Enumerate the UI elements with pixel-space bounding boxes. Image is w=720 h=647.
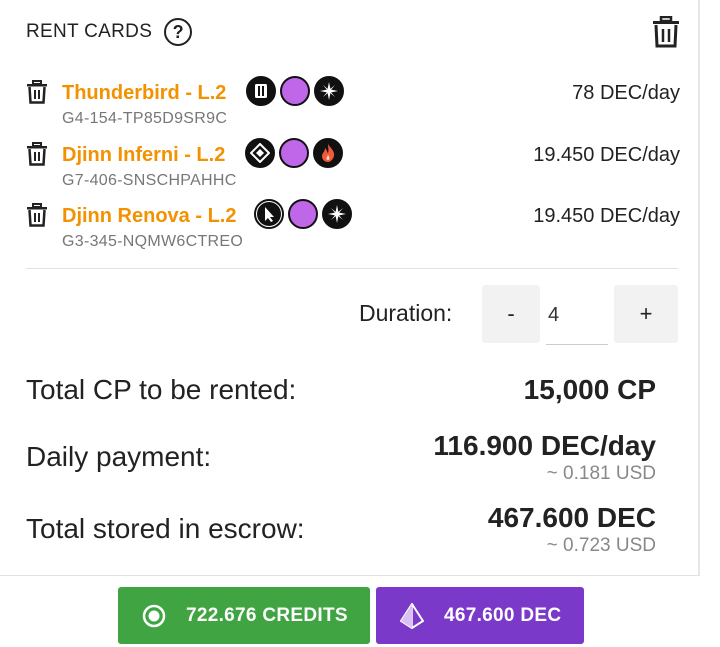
- card-badges: [246, 76, 344, 106]
- right-edge: [702, 0, 720, 647]
- magic-icon: [288, 199, 318, 229]
- duration-input[interactable]: [546, 287, 608, 345]
- duration-decrement-button[interactable]: -: [482, 285, 540, 343]
- payment-footer: 722.676 CREDITS 467.600 DEC: [0, 575, 700, 647]
- card-row: Thunderbird - L.2 G4-154-TP85D9SR9C 78 D…: [26, 72, 680, 128]
- rent-cards-panel: RENT CARDS ? Thunderbird - L.2 G4-154-TP…: [0, 0, 700, 647]
- duration-label: Duration:: [359, 300, 453, 326]
- escrow-usd: ~ 0.723 USD: [546, 535, 656, 556]
- card-badges: [254, 199, 352, 229]
- card-name[interactable]: Djinn Renova - L.2: [62, 205, 236, 228]
- rent-cards-header: RENT CARDS ?: [26, 16, 680, 48]
- total-cp-label: Total CP to be rented:: [26, 374, 297, 405]
- pay-with-credits-button[interactable]: 722.676 CREDITS: [118, 587, 370, 644]
- dec-crystal-icon: [400, 602, 424, 629]
- card-id: G3-345-NQMW6CTREO: [62, 233, 244, 250]
- credits-button-label: 722.676 CREDITS: [186, 604, 348, 626]
- magic-icon: [280, 76, 310, 106]
- star-icon: [314, 76, 344, 106]
- pay-with-dec-button[interactable]: 467.600 DEC: [376, 587, 584, 644]
- card-row: Djinn Inferni - L.2 G7-406-SNSCHPAHHC 19…: [26, 134, 680, 190]
- escrow-value: 467.600 DEC: [487, 502, 656, 533]
- divider: [26, 268, 678, 269]
- star-icon: [322, 199, 352, 229]
- escrow-label: Total stored in escrow:: [26, 513, 305, 544]
- card-name[interactable]: Djinn Inferni - L.2: [62, 144, 225, 167]
- ability-icon: [246, 76, 276, 106]
- card-name[interactable]: Thunderbird - L.2: [62, 82, 226, 105]
- question-circle-icon[interactable]: ?: [164, 18, 193, 46]
- cursor-ability-icon: [254, 199, 284, 229]
- credits-coin-icon: [142, 604, 166, 628]
- card-row: Djinn Renova - L.2 G3-345-NQMW6CTREO 19.…: [26, 195, 680, 251]
- daily-payment-label: Daily payment:: [26, 441, 212, 472]
- dec-button-label: 467.600 DEC: [444, 604, 562, 626]
- remove-card-trash-icon[interactable]: [26, 142, 48, 166]
- card-id: G4-154-TP85D9SR9C: [62, 110, 228, 127]
- panel-title: RENT CARDS: [26, 21, 153, 42]
- daily-payment-value: 116.900 DEC/day: [433, 430, 656, 461]
- card-id: G7-406-SNSCHPAHHC: [62, 172, 237, 189]
- duration-increment-button[interactable]: +: [614, 285, 678, 343]
- card-price: 19.450 DEC/day: [533, 144, 680, 166]
- diamond-ability-icon: [245, 138, 275, 168]
- card-price: 19.450 DEC/day: [533, 205, 680, 227]
- total-cp-value: 15,000 CP: [523, 374, 656, 405]
- card-price: 78 DEC/day: [572, 82, 680, 104]
- fire-icon: [313, 138, 343, 168]
- magic-icon: [279, 138, 309, 168]
- remove-card-trash-icon[interactable]: [26, 203, 48, 227]
- daily-payment-usd: ~ 0.181 USD: [546, 463, 656, 484]
- remove-card-trash-icon[interactable]: [26, 80, 48, 104]
- trash-icon[interactable]: [652, 16, 680, 48]
- card-badges: [245, 138, 343, 168]
